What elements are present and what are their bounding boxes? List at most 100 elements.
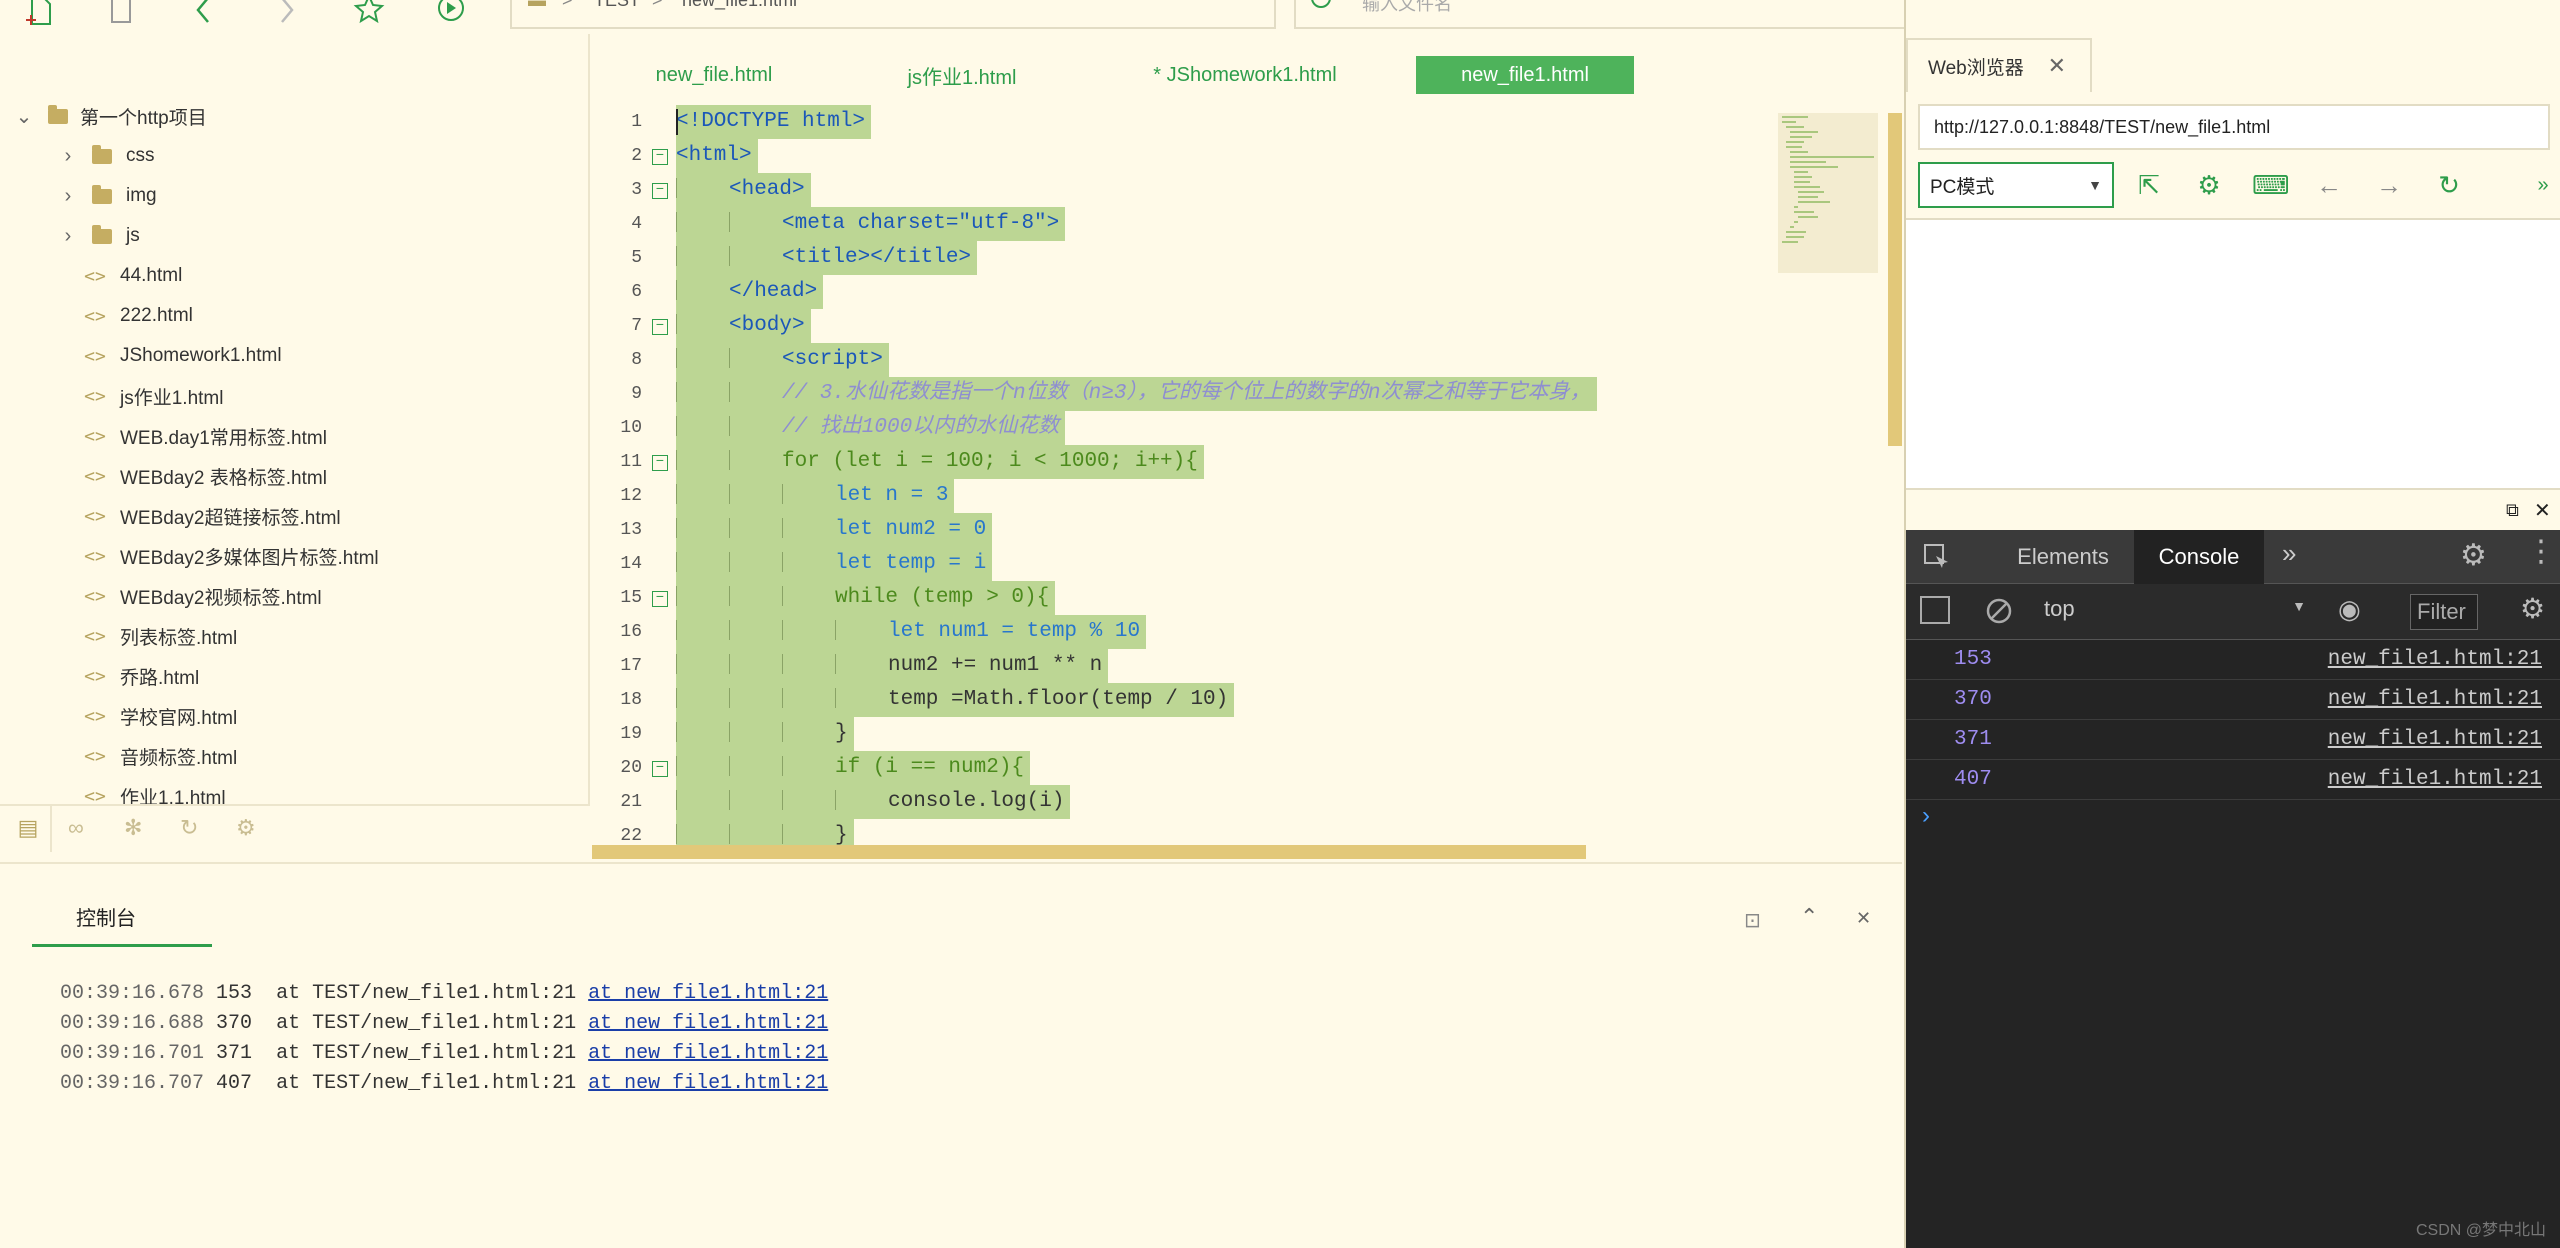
plugin-icon[interactable]: ⚙ [236,806,256,852]
project-icon[interactable]: ▤ [6,806,52,852]
search-input[interactable]: 输入文件名 [1362,0,1452,16]
tree-file[interactable]: <> 44.html [84,256,664,296]
tree-file[interactable]: <> 乔路.html [84,656,664,696]
star-icon[interactable] [352,0,386,28]
clear-icon[interactable]: ✕ [1856,908,1871,929]
code-line[interactable]: 2− <html> [592,139,1792,173]
code-editor[interactable]: 1 <!DOCTYPE html> 2− <html> 3− <head> 4 <meta … [592,105,1902,860]
code-line[interactable]: 19} [592,717,1792,751]
terminal-icon[interactable]: ⌨ [2252,168,2290,202]
log-link[interactable]: at new_file1.html:21 [588,1072,828,1095]
tree-file[interactable]: <> WEBday2 表格标签.html [84,456,664,496]
code-line[interactable]: 8 <script> [592,343,1792,377]
console-prompt[interactable]: › [1922,802,1930,830]
code-line[interactable]: 7− <body> [592,309,1792,343]
fold-toggle-icon[interactable]: − [652,761,668,777]
code-line[interactable]: 17 num2 += num1 ** n [592,649,1792,683]
horizontal-scrollbar[interactable] [592,845,1586,859]
code-line[interactable]: 4 <meta charset="utf-8"> [592,207,1792,241]
tab-web-browser[interactable]: Web浏览器 ✕ [1906,38,2092,92]
tab-elements[interactable]: Elements [1988,530,2138,584]
minimap[interactable] [1778,113,1888,273]
new-file-icon[interactable] [24,0,58,28]
tab-console[interactable]: Console [2134,530,2264,584]
tree-file[interactable]: <> WEBday2多媒体图片标签.html [84,536,664,576]
log-source-link[interactable]: new_file1.html:21 [2328,648,2542,671]
tree-root[interactable]: ⌄ 第一个http项目 [14,96,594,136]
preview-area[interactable] [1906,218,2560,490]
eye-icon[interactable]: ◉ [2338,594,2361,625]
code-line[interactable]: 12 let n = 3 [592,479,1792,513]
file-icon[interactable] [104,0,138,28]
tab-console[interactable]: 控制台 [76,902,136,931]
code-line[interactable]: 15− while (temp > 0){ [592,581,1792,615]
code-line[interactable]: 6 </head> [592,275,1792,309]
tree-file[interactable]: <> js作业1.html [84,376,664,416]
breadcrumb-item[interactable]: TEST [594,0,640,11]
bug-icon[interactable]: ✻ [124,806,142,852]
code-line[interactable]: 14 let temp = i [592,547,1792,581]
tree-file[interactable]: <> WEBday2超链接标签.html [84,496,664,536]
code-line[interactable]: 21 console.log(i) [592,785,1792,819]
tab-js-homework[interactable]: js作业1.html [870,56,1054,94]
log-link[interactable]: at new_file1.html:21 [588,982,828,1005]
log-source-link[interactable]: new_file1.html:21 [2328,728,2542,751]
tree-file[interactable]: <> 222.html [84,296,664,336]
tree-folder-img[interactable]: › img [58,176,638,216]
binoculars-icon[interactable]: ∞ [68,806,84,852]
tab-jshomework1[interactable]: * JShomework1.html [1132,56,1358,94]
log-link[interactable]: at new_file1.html:21 [588,1012,828,1035]
fold-toggle-icon[interactable]: − [652,319,668,335]
code-line[interactable]: 3− <head> [592,173,1792,207]
settings-icon[interactable]: ⚙ [2460,538,2487,573]
tree-folder-css[interactable]: › css [58,136,638,176]
refresh-icon[interactable]: ↻ [180,806,198,852]
menu-icon[interactable]: ⋮ [2526,534,2556,569]
code-line[interactable]: 5 <title></title> [592,241,1792,275]
tree-file[interactable]: <> 列表标签.html [84,616,664,656]
export-icon[interactable]: ⊡ [1744,908,1761,933]
code-line[interactable]: 13 let num2 = 0 [592,513,1792,547]
fold-toggle-icon[interactable]: − [652,183,668,199]
run-icon[interactable] [434,0,468,28]
code-line[interactable]: 10 // 找出1000以内的水仙花数 [592,411,1792,445]
tree-file[interactable]: <> WEB.day1常用标签.html [84,416,664,456]
fold-toggle-icon[interactable]: − [652,591,668,607]
close-icon[interactable]: ✕ [2048,53,2066,79]
clear-console-icon[interactable] [1984,596,2014,626]
fold-toggle-icon[interactable]: − [652,455,668,471]
tree-file[interactable]: <> JShomework1.html [84,336,664,376]
url-input[interactable]: http://127.0.0.1:8848/TEST/new_file1.htm… [1918,104,2550,150]
breadcrumb[interactable]: ▬ > TEST > new_file1.html [510,0,1276,29]
inspect-icon[interactable] [1922,542,1952,572]
tree-file[interactable]: <> WEBday2视频标签.html [84,576,664,616]
code-line[interactable]: 1 <!DOCTYPE html> [592,105,1792,139]
reload-icon[interactable]: ↻ [2432,168,2466,202]
close-devtools-icon[interactable]: ✕ [2534,498,2551,523]
vertical-scrollbar[interactable] [1888,113,1902,446]
gear-icon[interactable]: ⚙ [2192,168,2226,202]
back-icon[interactable]: ← [2312,168,2346,202]
sidebar-toggle-icon[interactable] [1920,596,1950,624]
tree-folder-js[interactable]: › js [58,216,638,256]
code-line[interactable]: 9 // 3.水仙花数是指一个n位数（n≥3），它的每个位上的数字的n次幂之和等于… [592,377,1792,411]
tree-file[interactable]: <> 学校官网.html [84,696,664,736]
tab-new-file1[interactable]: new_file1.html [1416,56,1634,94]
fold-toggle-icon[interactable]: − [652,149,668,165]
mode-select[interactable]: PC模式 ▼ [1918,162,2114,208]
log-source-link[interactable]: new_file1.html:21 [2328,768,2542,791]
forward-icon[interactable] [270,0,304,28]
code-line[interactable]: 16 let num1 = temp % 10 [592,615,1792,649]
chevron-up-icon[interactable]: ⌃ [1800,904,1818,930]
open-external-icon[interactable]: ⇱ [2132,168,2166,202]
code-line[interactable]: 18 temp =Math.floor(temp / 10) [592,683,1792,717]
console-settings-icon[interactable]: ⚙ [2520,592,2545,625]
tree-file[interactable]: <> 音频标签.html [84,736,664,776]
restore-icon[interactable]: ⧉ [2506,500,2519,521]
filter-input[interactable]: Filter [2410,594,2478,630]
tab-new-file[interactable]: new_file.html [622,56,806,94]
log-source-link[interactable]: new_file1.html:21 [2328,688,2542,711]
more-tabs-icon[interactable]: » [2282,538,2296,569]
code-line[interactable]: 20− if (i == num2){ [592,751,1792,785]
log-link[interactable]: at new_file1.html:21 [588,1042,828,1065]
